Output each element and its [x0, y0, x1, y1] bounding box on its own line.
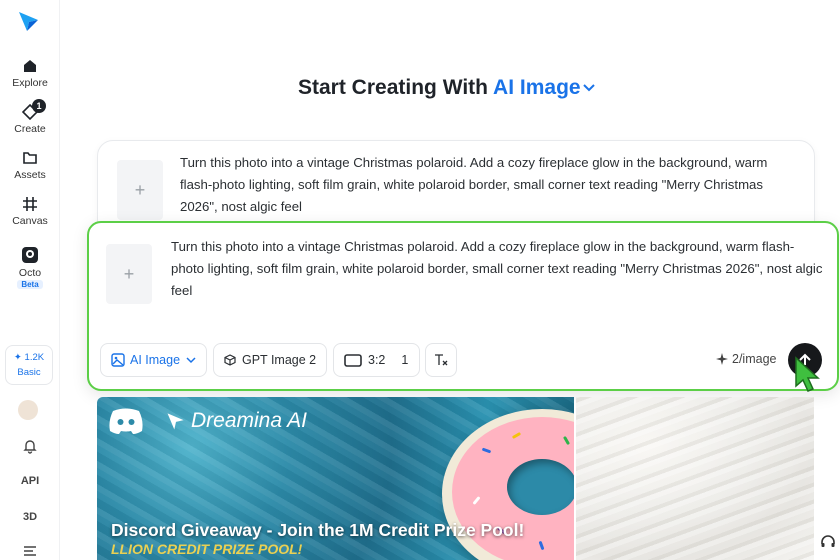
- beta-badge: Beta: [17, 280, 43, 289]
- banner-subtext: LLION CREDIT PRIZE POOL!: [111, 541, 303, 557]
- sidebar-item-octo[interactable]: Octo Beta: [0, 246, 60, 289]
- cursor-icon: [795, 356, 820, 392]
- image-icon: [111, 353, 125, 367]
- credits-value: 1.2K: [24, 352, 45, 363]
- model-label: GPT Image 2: [242, 353, 317, 367]
- gallery-image-texture[interactable]: [576, 397, 814, 560]
- chevron-down-icon: [186, 356, 196, 363]
- cost-label: 2/image: [732, 352, 777, 366]
- aspect-ratio-icon: [344, 353, 362, 367]
- sidebar-item-label: Octo: [18, 267, 42, 279]
- sidebar: Explore 1 Create Assets Canvas Octo Beta…: [0, 0, 60, 560]
- sidebar-item-explore[interactable]: Explore: [0, 58, 60, 89]
- cube-icon: [224, 354, 236, 366]
- sidebar-item-label: Assets: [14, 169, 46, 181]
- brand-name: Dreamina AI: [191, 409, 307, 432]
- title-mode: AI Image: [493, 76, 581, 99]
- home-icon: [24, 60, 36, 72]
- canvas-icon: [23, 197, 37, 211]
- text-style-button[interactable]: [425, 343, 457, 377]
- text-format-icon: [435, 354, 448, 366]
- bell-icon: [23, 440, 37, 454]
- sidebar-item-canvas[interactable]: Canvas: [0, 196, 60, 227]
- folder-icon: [23, 152, 37, 164]
- credits-button[interactable]: ✦ 1.2K Basic: [5, 345, 53, 385]
- create-badge: 1: [32, 99, 46, 113]
- donut-hole: [507, 459, 574, 515]
- sidebar-item-label: Canvas: [12, 215, 48, 227]
- cost-indicator: 2/image: [716, 352, 776, 366]
- octo-icon: [22, 247, 38, 263]
- sidebar-item-create[interactable]: 1 Create: [0, 99, 60, 135]
- model-selector[interactable]: GPT Image 2: [213, 343, 328, 377]
- add-reference-image-button[interactable]: +: [106, 244, 152, 304]
- sidebar-item-assets[interactable]: Assets: [0, 150, 60, 181]
- mode-label: AI Image: [130, 353, 181, 367]
- plus-icon: +: [123, 263, 135, 284]
- plan-label: Basic: [17, 367, 41, 378]
- image-count: 1: [401, 353, 409, 367]
- page-title: Start Creating With AI Image: [298, 76, 595, 100]
- credits-amount: ✦ 1.2K: [13, 352, 45, 363]
- dreamina-logo-icon[interactable]: [16, 8, 42, 34]
- menu-icon: [24, 546, 36, 556]
- mode-dropdown[interactable]: AI Image: [100, 343, 208, 377]
- add-image-button[interactable]: +: [117, 160, 163, 220]
- headset-icon: [821, 535, 835, 547]
- avatar[interactable]: [18, 400, 38, 420]
- title-prefix: Start Creating With: [298, 76, 488, 99]
- sidebar-item-label: Create: [14, 123, 46, 135]
- paint-texture: [576, 397, 814, 560]
- discord-icon: [109, 408, 143, 434]
- dreamina-logo-icon: [167, 413, 184, 430]
- prompt-text-previous: Turn this photo into a vintage Christmas…: [180, 155, 768, 214]
- banner-headline: Discord Giveaway - Join the 1M Credit Pr…: [111, 520, 525, 540]
- support-button[interactable]: [816, 528, 840, 556]
- discord-giveaway-banner[interactable]: Dreamina AI Discord Giveaway - Join the …: [97, 397, 574, 560]
- prompt-input[interactable]: Turn this photo into a vintage Christmas…: [171, 236, 823, 302]
- 3d-button[interactable]: 3D: [0, 511, 60, 523]
- chevron-down-icon: [582, 84, 595, 92]
- brand-logo: Dreamina AI: [165, 409, 307, 433]
- sidebar-item-label: Explore: [12, 77, 48, 89]
- ratio-label: 3:2: [368, 353, 386, 367]
- api-button[interactable]: API: [0, 475, 60, 487]
- ratio-selector[interactable]: 3:2 1: [333, 343, 420, 377]
- sparkle-icon: [716, 353, 728, 365]
- notifications-button[interactable]: [0, 438, 60, 457]
- mode-selector[interactable]: AI Image: [493, 76, 595, 99]
- menu-button[interactable]: [0, 545, 60, 560]
- plus-icon: +: [134, 179, 146, 200]
